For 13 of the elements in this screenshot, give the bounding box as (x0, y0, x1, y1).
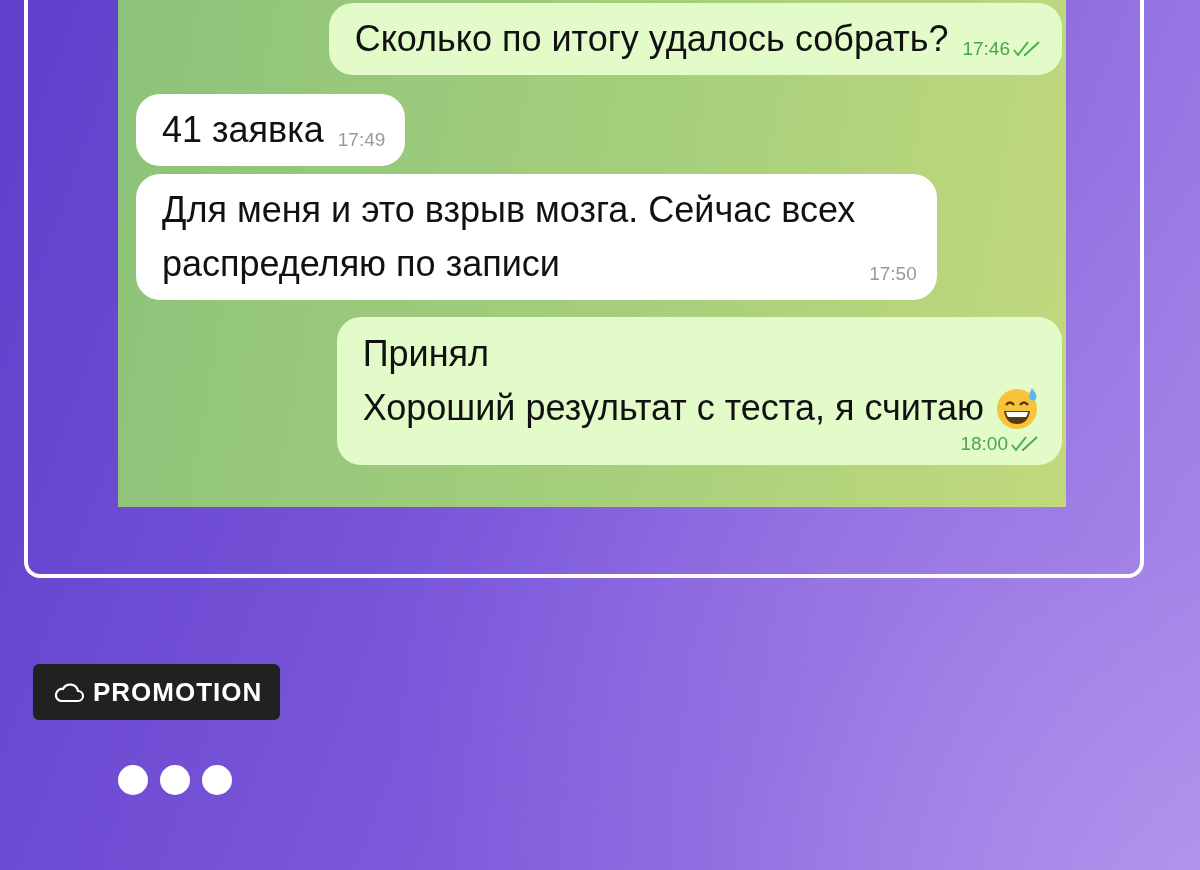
message-time: 17:46 (962, 38, 1010, 60)
message-text: Принял (362, 332, 489, 376)
three-dots-icon (118, 764, 232, 796)
cloud-icon (53, 680, 85, 704)
message-text: Для меня и это взрыв мозга. Сейчас всех (162, 188, 856, 232)
message-time: 17:50 (869, 263, 917, 285)
badge-label: PROMOTION (93, 676, 263, 708)
message-text: Хороший результат с теста, я считаю (362, 386, 984, 430)
message-time: 17:49 (337, 129, 386, 151)
message-text: 41 заявка (162, 108, 324, 152)
message-text: распределяю по записи (162, 242, 560, 286)
message-time: 18:00 (960, 433, 1008, 455)
message-text: Сколько по итогу удалось собрать? (354, 17, 949, 61)
